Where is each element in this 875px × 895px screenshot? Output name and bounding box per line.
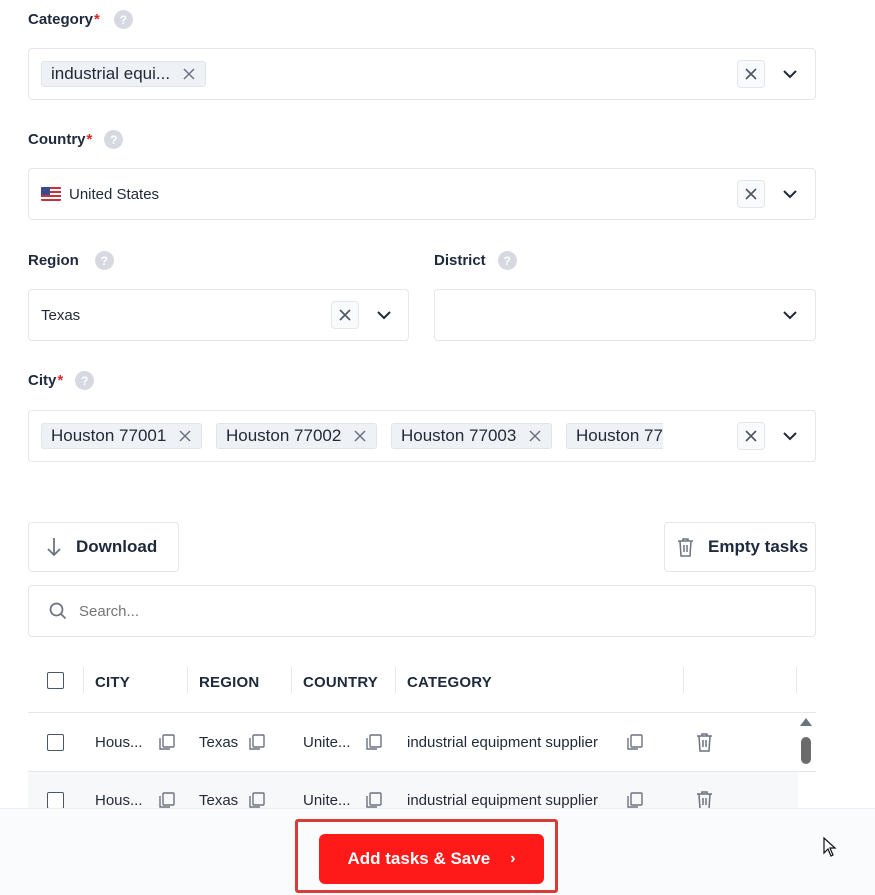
city-label: City * ?	[28, 371, 95, 390]
help-icon[interactable]: ?	[75, 371, 95, 390]
col-header-region[interactable]: REGION	[199, 674, 259, 691]
scrollbar-thumb[interactable]	[801, 737, 811, 764]
chip-remove-icon[interactable]	[528, 429, 542, 443]
country-value: United States	[69, 185, 160, 203]
clear-icon[interactable]	[737, 180, 765, 208]
cell-city: Hous...	[95, 792, 143, 809]
download-button[interactable]: Download	[28, 522, 179, 572]
cell-country: Unite...	[303, 734, 351, 751]
clear-icon[interactable]	[737, 422, 765, 450]
col-header-city[interactable]: CITY	[95, 674, 130, 691]
trash-icon	[677, 537, 694, 557]
help-icon[interactable]: ?	[113, 10, 133, 29]
city-select[interactable]: Houston 77001 Houston 77002 Houston 7700…	[28, 410, 816, 462]
category-chip: industrial equi...	[41, 61, 207, 87]
select-all-checkbox[interactable]	[47, 672, 64, 689]
city-chip: Houston 77	[566, 423, 663, 449]
chevron-down-icon[interactable]	[779, 183, 801, 205]
cell-category: industrial equipment supplier	[407, 792, 598, 809]
trash-icon[interactable]	[696, 732, 714, 752]
copy-icon[interactable]	[365, 733, 383, 751]
clear-icon[interactable]	[737, 60, 765, 88]
help-icon[interactable]: ?	[497, 251, 517, 270]
cell-category: industrial equipment supplier	[407, 734, 598, 751]
chevron-right-icon: ›	[510, 850, 516, 867]
help-icon[interactable]: ?	[94, 251, 114, 270]
city-chip: Houston 77002	[216, 423, 378, 449]
copy-icon[interactable]	[158, 791, 176, 809]
download-arrow-icon	[46, 536, 62, 558]
country-select[interactable]: United States	[28, 168, 816, 220]
clear-icon[interactable]	[331, 301, 359, 329]
chevron-down-icon[interactable]	[779, 63, 801, 85]
mouse-cursor-icon	[823, 836, 837, 862]
add-tasks-save-button[interactable]: Add tasks & Save ›	[319, 834, 544, 884]
chevron-down-icon[interactable]	[779, 425, 801, 447]
chip-remove-icon[interactable]	[182, 67, 196, 81]
cell-city: Hous...	[95, 734, 143, 751]
search-input[interactable]	[79, 602, 779, 620]
district-label: District ?	[434, 251, 517, 270]
copy-icon[interactable]	[365, 791, 383, 809]
district-select[interactable]	[434, 289, 816, 341]
trash-icon[interactable]	[696, 790, 714, 810]
chip-remove-icon[interactable]	[353, 429, 367, 443]
help-icon[interactable]: ?	[104, 130, 124, 149]
copy-icon[interactable]	[248, 791, 266, 809]
row-checkbox[interactable]	[47, 734, 64, 751]
copy-icon[interactable]	[248, 733, 266, 751]
city-chip: Houston 77001	[41, 423, 203, 449]
copy-icon[interactable]	[158, 733, 176, 751]
empty-tasks-button[interactable]: Empty tasks	[664, 522, 816, 572]
category-label: Category * ?	[28, 10, 133, 29]
region-label: Region ?	[28, 251, 114, 270]
chip-remove-icon[interactable]	[178, 429, 192, 443]
us-flag-icon	[41, 187, 61, 201]
scroll-up-icon[interactable]	[800, 718, 812, 726]
chevron-down-icon[interactable]	[373, 304, 395, 326]
col-header-country[interactable]: COUNTRY	[303, 674, 378, 691]
row-checkbox[interactable]	[47, 792, 64, 809]
search-icon	[49, 602, 67, 620]
region-select[interactable]: Texas	[28, 289, 409, 341]
chevron-down-icon[interactable]	[779, 304, 801, 326]
copy-icon[interactable]	[626, 733, 644, 751]
cell-region: Texas	[199, 792, 239, 809]
city-chip: Houston 77003	[391, 423, 553, 449]
search-box[interactable]	[28, 585, 816, 637]
cell-region: Texas	[199, 734, 239, 751]
copy-icon[interactable]	[626, 791, 644, 809]
category-select[interactable]: industrial equi...	[28, 48, 816, 100]
region-value: Texas	[41, 306, 81, 324]
country-label: Country * ?	[28, 130, 124, 149]
cell-country: Unite...	[303, 792, 351, 809]
col-header-category[interactable]: CATEGORY	[407, 674, 492, 691]
